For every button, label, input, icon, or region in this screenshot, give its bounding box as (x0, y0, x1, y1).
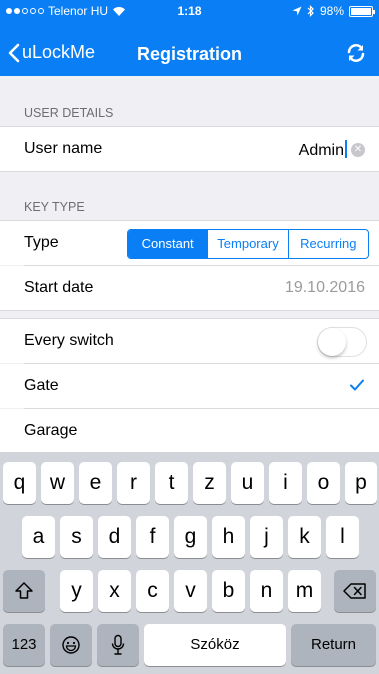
space-key[interactable]: Szóköz (144, 624, 286, 666)
location-arrow-icon (292, 6, 302, 16)
section-header-key-type: KEY TYPE (24, 200, 85, 214)
every-switch-toggle[interactable] (317, 327, 367, 357)
key-o[interactable]: o (307, 462, 340, 504)
key-p[interactable]: p (345, 462, 377, 504)
garage-label: Garage (24, 422, 78, 439)
key-n[interactable]: n (250, 570, 283, 612)
key-x[interactable]: x (98, 570, 131, 612)
emoji-icon (62, 636, 80, 655)
refresh-icon (347, 44, 365, 62)
every-switch-row: Every switch (0, 319, 379, 363)
key-y[interactable]: y (60, 570, 93, 612)
key-h[interactable]: h (212, 516, 245, 558)
divider (0, 171, 379, 172)
section-header-user-details: USER DETAILS (24, 106, 114, 120)
toggle-knob (318, 328, 346, 356)
refresh-button[interactable] (345, 42, 367, 69)
dictation-key[interactable] (97, 624, 139, 666)
battery-icon (349, 5, 375, 17)
text-cursor (345, 140, 347, 158)
user-name-row[interactable]: User name Admin ✕ (0, 127, 379, 171)
garage-row[interactable]: Garage (0, 409, 379, 453)
key-q[interactable]: q (3, 462, 36, 504)
start-date-label: Start date (24, 279, 94, 296)
key-g[interactable]: g (174, 516, 207, 558)
start-date-value: 19.10.2016 (284, 279, 365, 296)
gate-row[interactable]: Gate (0, 364, 379, 408)
status-right: 98% (292, 4, 375, 18)
key-j[interactable]: j (250, 516, 283, 558)
backspace-icon (343, 583, 366, 600)
key-i[interactable]: i (269, 462, 302, 504)
backspace-key[interactable] (334, 570, 376, 612)
start-date-row[interactable]: Start date 19.10.2016 (0, 266, 379, 310)
key-a[interactable]: a (22, 516, 55, 558)
key-l[interactable]: l (326, 516, 359, 558)
key-m[interactable]: m (288, 570, 321, 612)
key-b[interactable]: b (212, 570, 245, 612)
key-type-row: Type Constant Temporary Recurring (0, 221, 379, 265)
status-bar: Telenor HU 1:18 98% (0, 0, 379, 22)
user-name-label: User name (24, 140, 103, 157)
key-type-label: Type (24, 234, 59, 251)
page-title: Registration (136, 44, 242, 64)
numbers-key[interactable]: 123 (3, 624, 45, 666)
key-s[interactable]: s (60, 516, 93, 558)
key-k[interactable]: k (288, 516, 321, 558)
key-z[interactable]: z (193, 462, 226, 504)
key-f[interactable]: f (136, 516, 169, 558)
key-t[interactable]: t (155, 462, 188, 504)
bluetooth-icon (307, 5, 314, 17)
shift-key[interactable] (3, 570, 45, 612)
checkmark-icon (350, 379, 364, 391)
key-r[interactable]: r (117, 462, 150, 504)
user-name-value: Admin (298, 142, 344, 159)
key-e[interactable]: e (79, 462, 112, 504)
divider (0, 310, 379, 311)
segment-temporary[interactable]: Temporary (208, 230, 289, 258)
key-d[interactable]: d (98, 516, 131, 558)
key-type-segmented-control[interactable]: Constant Temporary Recurring (127, 229, 369, 259)
segment-constant[interactable]: Constant (128, 230, 209, 258)
return-key[interactable]: Return (291, 624, 376, 666)
user-name-field[interactable]: Admin (299, 140, 347, 160)
every-switch-label: Every switch (24, 332, 114, 349)
microphone-icon (111, 635, 125, 656)
key-u[interactable]: u (231, 462, 264, 504)
navigation-bar: uLockMe Registration (0, 36, 379, 72)
clear-text-icon[interactable]: ✕ (351, 143, 365, 157)
key-v[interactable]: v (174, 570, 207, 612)
keyboard: q w e r t z u i o p a s d f g h j k l y … (0, 452, 379, 674)
shift-icon (15, 582, 33, 600)
key-w[interactable]: w (41, 462, 74, 504)
emoji-key[interactable] (50, 624, 92, 666)
gate-label: Gate (24, 377, 59, 394)
segment-recurring[interactable]: Recurring (289, 230, 368, 258)
key-c[interactable]: c (136, 570, 169, 612)
battery-percent: 98% (319, 4, 344, 18)
top-bar: Telenor HU 1:18 98% uLockMe Registration (0, 0, 379, 76)
